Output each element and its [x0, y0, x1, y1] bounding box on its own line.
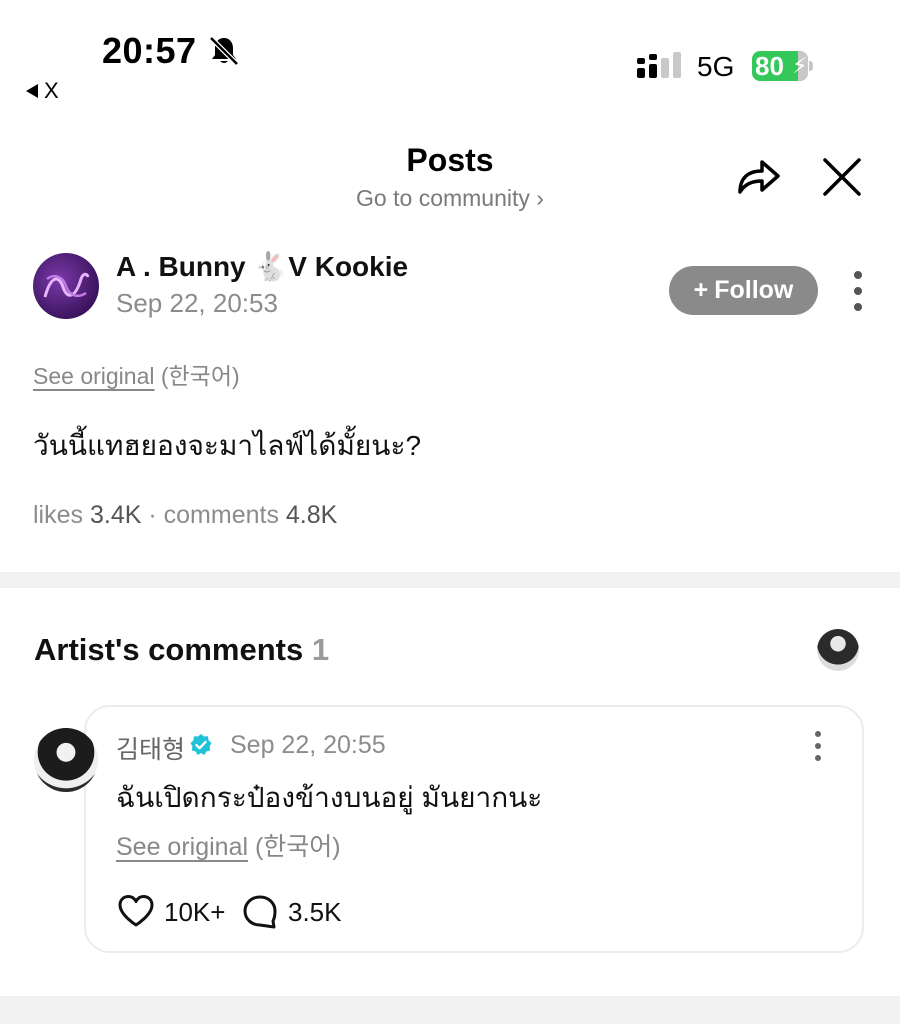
likes-value: 3.4K: [89, 501, 142, 529]
close-icon[interactable]: [821, 156, 863, 198]
artist-avatar[interactable]: [34, 728, 98, 792]
comment-more-icon[interactable]: [810, 730, 826, 762]
share-icon[interactable]: [734, 154, 784, 198]
section-divider: [0, 572, 900, 588]
stats-separator: ·: [148, 501, 157, 529]
comment-reply-count: 3.5K: [288, 897, 342, 927]
battery-indicator: 80 ⚡: [752, 51, 814, 81]
comment-body: ฉันเปิดกระป๋องข้างบนอยู่ มันยากนะ: [116, 782, 543, 813]
comment-see-original-link[interactable]: See original: [116, 833, 248, 861]
comments-label: comments: [163, 501, 279, 529]
comment-original-language: (한국어): [254, 833, 341, 861]
verified-icon: [190, 734, 212, 755]
bell-slash-icon: [209, 36, 239, 66]
status-time: 20:57: [102, 30, 197, 71]
post-body: วันนี้แทฮยองจะมาไลฟ์ได้มั้ยนะ?: [33, 430, 422, 461]
comment-timestamp: Sep 22, 20:55: [230, 731, 386, 759]
comment-bubble-icon[interactable]: [242, 894, 278, 930]
artist-avatar-small[interactable]: [817, 629, 859, 671]
original-language: (한국어): [160, 363, 240, 389]
comment-like-count: 10K+: [164, 897, 226, 927]
author-name[interactable]: A . Bunny 🐇V Kookie: [116, 250, 408, 283]
back-triangle-icon: [26, 84, 38, 98]
artist-comments-label: Artist's comments: [34, 632, 304, 667]
back-app-label: X: [44, 78, 59, 103]
bottom-divider: [0, 996, 900, 1024]
community-logo-icon: [43, 272, 90, 298]
post-timestamp: Sep 22, 20:53: [116, 288, 278, 318]
follow-label: Follow: [714, 276, 794, 304]
likes-label: likes: [33, 501, 84, 529]
charging-bolt-icon: ⚡: [792, 53, 808, 78]
see-original-comment: See original (한국어): [116, 827, 341, 863]
network-type: 5G: [697, 51, 735, 82]
artist-comments-title: Artist's comments 1: [34, 632, 329, 668]
comments-value: 4.8K: [285, 501, 338, 529]
see-original-post: See original (한국어): [33, 357, 240, 391]
follow-button[interactable]: + Follow: [669, 266, 818, 315]
artist-comments-count: 1: [311, 632, 330, 667]
post-stats: likes 3.4K · comments 4.8K: [33, 501, 337, 530]
community-avatar[interactable]: [33, 253, 99, 319]
see-original-link[interactable]: See original: [33, 363, 154, 389]
back-to-app-button[interactable]: X: [26, 78, 59, 104]
signal-icon: [637, 52, 681, 78]
artist-name[interactable]: 김태형: [116, 730, 185, 766]
battery-level: 80: [755, 51, 784, 81]
more-vertical-icon[interactable]: [848, 270, 868, 312]
heart-icon[interactable]: [117, 894, 155, 928]
plus-icon: +: [693, 276, 709, 304]
